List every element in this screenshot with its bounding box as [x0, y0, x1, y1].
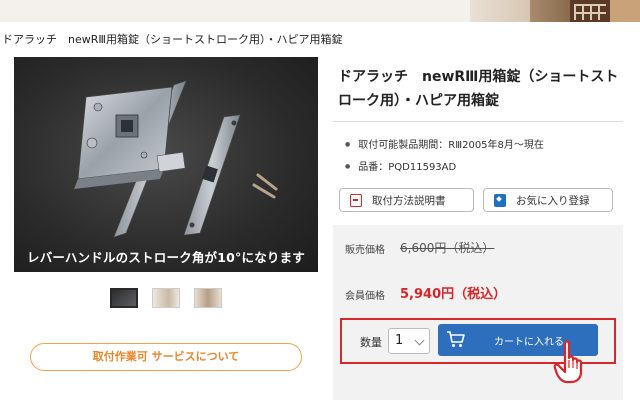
cart-icon	[447, 331, 465, 347]
spec-period: 取付可能製品期間：RⅢ2005年8月〜現在	[345, 134, 544, 156]
member-price-value: 5,940円（税込）	[400, 287, 507, 302]
image-caption: レバーハンドルのストローク角が10°になります	[27, 250, 305, 265]
banner-door-image	[470, 0, 530, 22]
favorite-button[interactable]: お気に入り登録	[483, 188, 613, 212]
breadcrumb: ドアラッチ newRⅢ用箱錠（ショートストローク用）・ハピア用箱錠	[2, 33, 343, 46]
hand-pointer-icon	[553, 340, 583, 384]
thumbnail-strip	[110, 288, 222, 308]
thumbnail-3[interactable]	[194, 288, 222, 308]
product-title: ドアラッチ newRⅢ用箱錠（ショートストローク用）・ハピア用箱錠	[338, 69, 619, 109]
quantity-value: 1	[395, 333, 404, 348]
manual-button[interactable]: 取付方法説明書	[339, 188, 474, 212]
title-divider	[333, 121, 623, 122]
product-main-image: レバーハンドルのストローク角が10°になります	[14, 57, 318, 272]
quantity-label: 数量	[360, 336, 382, 349]
regular-price-value: 6,600円（税込）	[400, 241, 495, 255]
banner-door-image	[610, 0, 640, 22]
document-icon	[350, 193, 362, 207]
chevron-down-icon	[414, 335, 425, 346]
service-info-button[interactable]: 取付作業可 サービスについて	[30, 343, 302, 371]
regular-price-label: 販売価格	[345, 245, 385, 256]
spec-part-number: 品番：PQD11593AD	[345, 156, 544, 178]
member-price-label: 会員価格	[345, 291, 385, 302]
spec-list: 取付可能製品期間：RⅢ2005年8月〜現在 品番：PQD11593AD	[345, 134, 544, 178]
thumbnail-2[interactable]	[152, 288, 180, 308]
bookmark-icon	[494, 193, 506, 207]
banner-door-image	[530, 0, 570, 22]
manual-button-label: 取付方法説明書	[372, 194, 446, 207]
lock-body-illustration	[74, 80, 278, 238]
header-banner	[0, 0, 640, 22]
thumbnail-1[interactable]	[110, 288, 138, 308]
quantity-select[interactable]: 1	[388, 328, 430, 354]
favorite-button-label: お気に入り登録	[516, 194, 590, 207]
banner-door-window	[574, 4, 606, 20]
